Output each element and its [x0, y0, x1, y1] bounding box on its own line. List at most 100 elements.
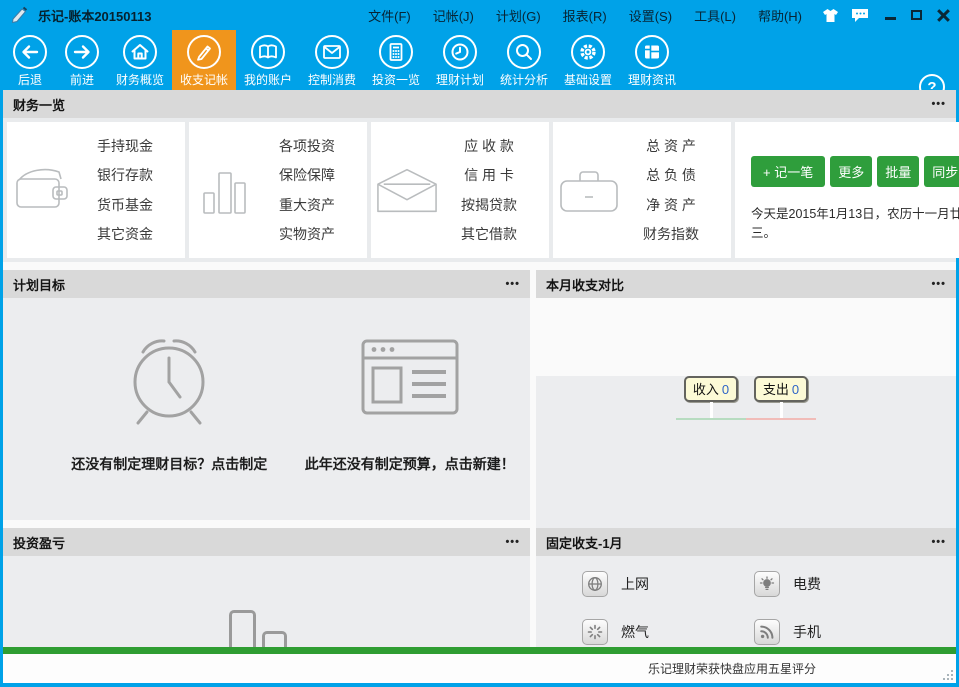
close-button[interactable]	[937, 9, 949, 21]
marquee-bar	[3, 647, 956, 654]
batch-button[interactable]: 批量	[877, 156, 919, 187]
toolbar-financial-news-label: 理财资讯	[628, 71, 676, 88]
toolbar-spending-control[interactable]: 控制消费	[300, 30, 364, 90]
mobile-label: 手机	[793, 622, 821, 642]
insurance-item[interactable]: 保险保障	[261, 165, 353, 185]
toolbar-statistics[interactable]: 统计分析	[492, 30, 556, 90]
quick-actions-buttons: + 记一笔 更多 批量 同步	[751, 156, 959, 187]
income-connector	[710, 402, 713, 418]
month-comparison-more-button[interactable]: •••	[931, 278, 946, 290]
panel-investment-pnl: 投资盈亏 •••	[3, 528, 530, 647]
menu-file[interactable]: 文件(F)	[368, 6, 411, 25]
more-button[interactable]: 更多	[830, 156, 872, 187]
income-badge[interactable]: 收入0	[684, 376, 738, 402]
gas-item[interactable]: 燃气	[582, 618, 754, 646]
investment-pnl-header: 投资盈亏 •••	[3, 528, 530, 556]
bar-chart-icon	[189, 166, 261, 214]
bank-deposit-item[interactable]: 银行存款	[79, 165, 171, 185]
toolbar-basic-settings-label: 基础设置	[564, 71, 612, 88]
investment-pnl-more-button[interactable]: •••	[505, 536, 520, 548]
financial-index-item[interactable]: 财务指数	[625, 224, 717, 244]
total-assets-item[interactable]: 总 资 产	[625, 136, 717, 156]
toolbar-back-label: 后退	[18, 71, 42, 88]
mobile-item[interactable]: 手机	[754, 618, 926, 646]
maximize-button[interactable]	[911, 10, 922, 20]
sync-button[interactable]: 同步	[924, 156, 959, 187]
plan-goals-more-button[interactable]: •••	[505, 278, 520, 290]
globe-icon	[582, 571, 608, 597]
electricity-item[interactable]: 电费	[754, 570, 926, 598]
other-loans-item[interactable]: 其它借款	[443, 224, 535, 244]
windows-icon	[635, 35, 669, 69]
toolbar-investment-list-label: 投资一览	[372, 71, 420, 88]
toolbar-financial-plan[interactable]: 理财计划	[428, 30, 492, 90]
toolbar-income-expense-record[interactable]: 收支记帐	[172, 30, 236, 90]
toolbar-forward[interactable]: 前进	[56, 30, 108, 90]
toolbar-my-accounts-label: 我的账户	[244, 71, 292, 88]
toolbar-basic-settings[interactable]: 基础设置	[556, 30, 620, 90]
expense-column: 支出0	[746, 376, 816, 420]
menu-bookkeeping[interactable]: 记帐(J)	[433, 6, 474, 25]
panel-fixed-income-expense: 固定收支-1月 ••• 上网	[536, 528, 956, 647]
net-assets-item[interactable]: 净 资 产	[625, 195, 717, 215]
toolbar-my-accounts[interactable]: 我的账户	[236, 30, 300, 90]
book-icon	[251, 35, 285, 69]
app-logo-icon	[10, 5, 30, 25]
menu-tools[interactable]: 工具(L)	[694, 6, 736, 25]
cash-item[interactable]: 手持现金	[79, 136, 171, 156]
receivables-card-list: 应 收 款 信 用 卡 按揭贷款 其它借款	[443, 131, 549, 249]
money-fund-item[interactable]: 货币基金	[79, 195, 171, 215]
receivables-card: 应 收 款 信 用 卡 按揭贷款 其它借款	[371, 122, 549, 258]
expense-label: 支出	[763, 382, 789, 397]
skin-tshirt-icon[interactable]	[822, 8, 839, 23]
menu-report[interactable]: 报表(R)	[563, 6, 607, 25]
toolbar-back[interactable]: 后退	[4, 30, 56, 90]
record-entry-button[interactable]: + 记一笔	[751, 156, 825, 187]
minimize-button[interactable]	[885, 17, 896, 20]
investment-card: 各项投资 保险保障 重大资产 实物资产	[189, 122, 367, 258]
internet-label: 上网	[621, 574, 649, 594]
menu-plan[interactable]: 计划(G)	[496, 6, 541, 25]
mortgage-item[interactable]: 按揭贷款	[443, 195, 535, 215]
receivables-item[interactable]: 应 收 款	[443, 136, 535, 156]
clock-icon	[443, 35, 477, 69]
resize-grip[interactable]	[943, 670, 953, 680]
major-assets-item[interactable]: 重大资产	[261, 195, 353, 215]
total-liabilities-item[interactable]: 总 负 债	[625, 165, 717, 185]
assets-card-list: 总 资 产 总 负 债 净 资 产 财务指数	[625, 131, 731, 249]
financial-overview-header: 财务一览 •••	[3, 90, 956, 118]
physical-assets-item[interactable]: 实物资产	[261, 224, 353, 244]
toolbar-finance-overview[interactable]: 财务概览	[108, 30, 172, 90]
panel-plan-goals: 计划目标 ••• 还没有制定理财目标？点击制定	[3, 270, 530, 520]
mail-icon	[315, 35, 349, 69]
feedback-bubble-icon[interactable]	[851, 8, 869, 23]
credit-card-item[interactable]: 信 用 卡	[443, 165, 535, 185]
menu-settings[interactable]: 设置(S)	[629, 6, 672, 25]
cash-card: 手持现金 银行存款 货币基金 其它资金	[7, 122, 185, 258]
toolbar-finance-overview-label: 财务概览	[116, 71, 164, 88]
main-content: 财务一览 ••• 手持现金 银行存款	[3, 90, 956, 683]
expense-baseline	[746, 418, 816, 420]
fixed-income-expense-more-button[interactable]: •••	[931, 536, 946, 548]
assets-card: 总 资 产 总 负 债 净 资 产 财务指数	[553, 122, 731, 258]
investments-item[interactable]: 各项投资	[261, 136, 353, 156]
other-funds-item[interactable]: 其它资金	[79, 224, 171, 244]
plan-goals-body: 还没有制定理财目标？点击制定 此年还没有制定预算，点击新建！	[3, 298, 530, 520]
investment-pnl-title: 投资盈亏	[13, 533, 65, 552]
create-budget-placeholder[interactable]: 此年还没有制定预算，点击新建！	[290, 298, 531, 520]
investment-pnl-body	[3, 556, 530, 647]
menubar: 文件(F) 记帐(J) 计划(G) 报表(R) 设置(S) 工具(L) 帮助(H…	[368, 6, 802, 25]
create-goal-placeholder[interactable]: 还没有制定理财目标？点击制定	[49, 298, 290, 520]
budget-browser-icon	[360, 328, 460, 428]
menu-help[interactable]: 帮助(H)	[758, 6, 802, 25]
toolbar-financial-news[interactable]: 理财资讯	[620, 30, 684, 90]
investment-card-list: 各项投资 保险保障 重大资产 实物资产	[261, 131, 367, 249]
statusbar: 乐记理财荣获快盘应用五星评分	[3, 654, 956, 683]
internet-item[interactable]: 上网	[582, 570, 754, 598]
electricity-label: 电费	[793, 574, 821, 594]
expense-badge[interactable]: 支出0	[754, 376, 808, 402]
toolbar-investment-list[interactable]: 投资一览	[364, 30, 428, 90]
income-column: 收入0	[676, 376, 746, 420]
arrow-left-icon	[13, 35, 47, 69]
financial-overview-more-button[interactable]: •••	[931, 98, 946, 110]
